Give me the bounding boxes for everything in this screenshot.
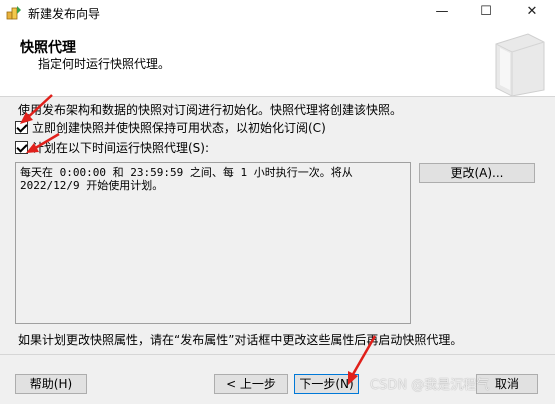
page-title: 快照代理 xyxy=(20,40,76,56)
help-button[interactable]: 帮助(H) xyxy=(15,374,87,394)
window-title: 新建发布向导 xyxy=(28,7,101,21)
red-arrow-annotation-3 xyxy=(348,335,377,385)
glass-cube-icon xyxy=(495,33,545,96)
wizard-icon xyxy=(6,6,21,20)
title-bar: 新建发布向导 — ☐ ✕ xyxy=(0,0,555,24)
back-button[interactable]: < 上一步 xyxy=(214,374,288,394)
red-arrow-annotation-1 xyxy=(20,94,53,124)
red-arrow-annotation-2 xyxy=(26,132,60,153)
minimize-button[interactable]: — xyxy=(419,0,465,24)
intro-text: 使用发布架构和数据的快照对订阅进行初始化。快照代理将创建该快照。 xyxy=(18,103,403,117)
immediate-snapshot-label: 立即创建快照并使快照保持可用状态，以初始化订阅(C) xyxy=(32,120,326,135)
footer-divider xyxy=(0,354,555,355)
close-button[interactable]: ✕ xyxy=(509,0,555,24)
maximize-button[interactable]: ☐ xyxy=(463,0,509,24)
footnote-text: 如果计划更改快照属性，请在“发布属性”对话框中更改这些属性后再启动快照代理。 xyxy=(18,333,463,347)
wizard-header: 快照代理 指定何时运行快照代理。 xyxy=(0,24,555,97)
schedule-description: 每天在 0:00:00 和 23:59:59 之间、每 1 小时执行一次。将从 … xyxy=(15,162,411,324)
page-subtitle: 指定何时运行快照代理。 xyxy=(38,57,171,71)
change-schedule-button[interactable]: 更改(A)... xyxy=(419,163,535,183)
csdn-watermark: CSDN @我是沉程气 xyxy=(370,378,490,393)
